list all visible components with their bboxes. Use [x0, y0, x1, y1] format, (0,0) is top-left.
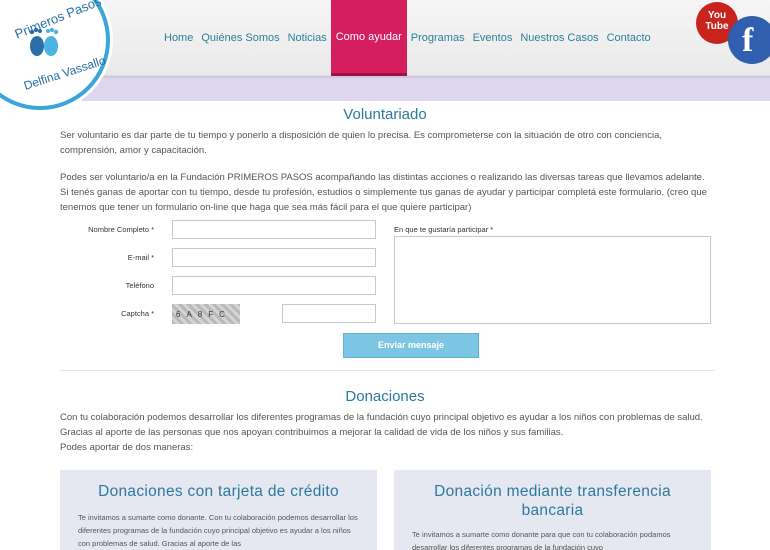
card-text-credit: Te invitamos a sumarte como donante. Con…	[78, 513, 358, 548]
facebook-icon[interactable]: f	[728, 16, 770, 64]
nav-contacto[interactable]: Contacto	[603, 0, 655, 76]
credit-card-donation-card: Donaciones con tarjeta de crédito Te inv…	[60, 470, 377, 550]
send-button[interactable]: Enviar mensaje	[343, 333, 479, 358]
youtube-label-1: You	[707, 10, 727, 21]
donaciones-paragraph-1: Con tu colaboración podemos desarrollar …	[60, 412, 703, 423]
voluntariado-title: Voluntariado	[343, 106, 427, 123]
card-title-credit: Donaciones con tarjeta de crédito	[98, 483, 339, 500]
captcha-label: Captcha *	[121, 309, 154, 318]
nav-programas[interactable]: Programas	[407, 0, 469, 76]
captcha-input[interactable]	[282, 304, 376, 323]
email-input[interactable]	[172, 248, 376, 267]
footprints-icon	[29, 27, 59, 56]
youtube-label-2: Tube	[705, 21, 729, 32]
nav-noticias[interactable]: Noticias	[284, 0, 331, 76]
donaciones-title: Donaciones	[345, 388, 425, 405]
main-nav: Home Quiénes Somos Noticias Como ayudar …	[160, 0, 655, 76]
participate-textarea[interactable]	[394, 236, 711, 324]
donaciones-paragraph-3: Podes aportar de dos maneras:	[60, 442, 194, 453]
voluntariado-paragraph-1: Ser voluntario es dar parte de tu tiempo…	[60, 130, 663, 156]
nav-eventos[interactable]: Eventos	[469, 0, 517, 76]
section-divider	[60, 370, 715, 371]
donaciones-paragraph-2: Gracias al aporte de las personas que no…	[60, 427, 564, 438]
nav-como-ayudar[interactable]: Como ayudar	[330, 0, 407, 76]
bank-transfer-donation-card: Donación mediante transferencia bancaria…	[394, 470, 711, 550]
card-title-transfer: Donación mediante transferencia bancaria	[434, 483, 671, 519]
nav-nuestros-casos[interactable]: Nuestros Casos	[516, 0, 602, 76]
card-text-transfer: Te invitamos a sumarte como donante para…	[412, 530, 671, 550]
participate-label: En que te gustaría participar *	[394, 225, 494, 234]
phone-input[interactable]	[172, 276, 376, 295]
phone-label: Teléfono	[125, 281, 154, 290]
name-label: Nombre Completo *	[88, 225, 154, 234]
header-band	[0, 76, 770, 101]
voluntariado-paragraph-2: Podes ser voluntario/a en la Fundación P…	[60, 172, 707, 213]
captcha-image: 6A8FC	[172, 304, 240, 324]
name-input[interactable]	[172, 220, 376, 239]
email-label: E-mail *	[127, 253, 154, 262]
nav-home[interactable]: Home	[160, 0, 197, 76]
nav-quienes-somos[interactable]: Quiénes Somos	[197, 0, 283, 76]
facebook-label: f	[742, 22, 754, 59]
